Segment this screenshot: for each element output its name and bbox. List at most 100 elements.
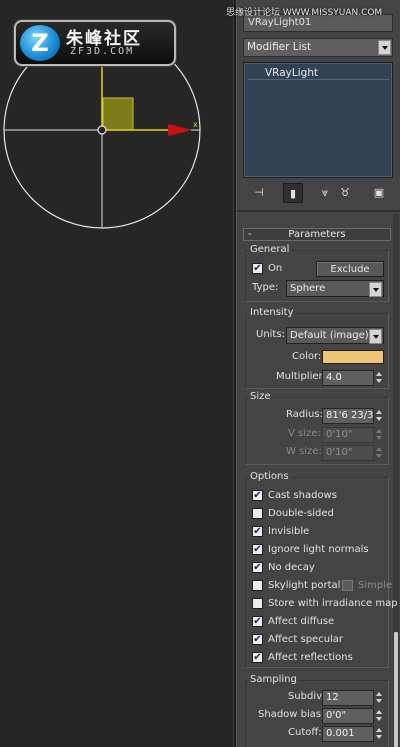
cutoff-label: Cutoff:: [288, 727, 322, 738]
option-checkbox[interactable]: ✔: [252, 544, 263, 555]
logo-mark-icon: Z: [20, 25, 60, 61]
shadow-bias-field[interactable]: 0'0": [322, 708, 374, 724]
option-row[interactable]: ✔ Cast shadows: [252, 488, 386, 504]
group-sampling-title: Sampling: [248, 674, 299, 686]
option-label: Affect reflections: [268, 652, 353, 663]
shadow-bias-spinner[interactable]: [375, 708, 383, 724]
type-label: Type:: [252, 282, 279, 293]
option-checkbox[interactable]: [252, 508, 263, 519]
multiplier-label: Multiplier:: [276, 371, 326, 382]
collapse-icon[interactable]: -: [248, 229, 252, 240]
modifier-list-dropdown[interactable]: Modifier List: [243, 38, 393, 57]
group-options: Options ✔ Cast shadows Double-sided ✔ Invisi…: [245, 471, 398, 668]
option-row[interactable]: ✔ Affect specular: [252, 632, 386, 648]
option-label: Double-sided: [268, 508, 334, 519]
group-options-title: Options: [248, 471, 291, 483]
modifier-list-label: Modifier List: [247, 41, 312, 53]
group-size: Size Radius: 81'6 23/3 V size: 0'10" W s…: [245, 391, 389, 465]
vsize-field: 0'10": [322, 427, 374, 443]
option-checkbox[interactable]: ✔: [252, 562, 263, 573]
option-checkbox[interactable]: ✔: [252, 526, 263, 537]
subdivs-spinner[interactable]: [375, 690, 383, 706]
shadow-bias-label: Shadow bias:: [258, 709, 325, 720]
pin-stack-icon[interactable]: ⊣: [249, 183, 269, 203]
color-label: Color:: [292, 351, 322, 362]
light-color-swatch[interactable]: [322, 350, 384, 364]
group-size-title: Size: [248, 391, 273, 403]
radius-spinner[interactable]: [375, 408, 383, 424]
watermark-text: 思缘设计论坛 WWW.MISSYUAN.COM: [226, 8, 383, 18]
type-dropdown[interactable]: Sphere: [286, 280, 384, 297]
option-row[interactable]: ✔ Ignore light normals: [252, 542, 386, 558]
transform-gizmo-plane[interactable]: [102, 97, 134, 131]
viewport-canvas[interactable]: x: [0, 0, 236, 747]
vsize-spinner: [375, 427, 383, 443]
exclude-button[interactable]: Exclude: [316, 261, 384, 277]
vsize-label: V size:: [288, 428, 321, 439]
option-checkbox[interactable]: ✔: [252, 652, 263, 663]
remove-modifier-icon[interactable]: ♉: [335, 183, 355, 203]
gizmo-x-label: x: [193, 120, 198, 129]
make-unique-icon[interactable]: ⩔: [315, 183, 335, 203]
configure-sets-icon[interactable]: ▣: [369, 183, 389, 203]
panel-scrollbar-thumb[interactable]: [394, 632, 398, 747]
units-value: Default (image): [290, 330, 369, 341]
panel-separator: [237, 210, 400, 212]
units-dropdown[interactable]: Default (image): [286, 327, 384, 344]
on-checkbox[interactable]: ✔: [252, 263, 263, 274]
simple-checkbox: [342, 580, 353, 591]
radius-label: Radius:: [286, 409, 323, 420]
option-row[interactable]: Store with irradiance map: [252, 596, 398, 612]
gizmo-x-arrow-icon[interactable]: [168, 124, 192, 136]
option-row[interactable]: ✔ No decay: [252, 560, 386, 576]
option-checkbox[interactable]: [252, 580, 263, 591]
option-checkbox[interactable]: ✔: [252, 616, 263, 627]
wsize-field: 0'10": [322, 445, 374, 461]
group-general: General ✔ On Exclude Type: Sphere: [245, 244, 389, 302]
option-row[interactable]: ✔ Affect diffuse: [252, 614, 386, 630]
on-checkbox-row[interactable]: ✔ On: [252, 261, 292, 277]
option-row[interactable]: ✔ Affect reflections: [252, 650, 386, 666]
option-label: Affect specular: [268, 634, 344, 645]
cutoff-spinner[interactable]: [375, 726, 383, 742]
option-checkbox[interactable]: ✔: [252, 634, 263, 645]
modifier-stack[interactable]: VRayLight: [243, 62, 393, 178]
option-label: No decay: [268, 562, 315, 573]
multiplier-spinner[interactable]: [375, 370, 383, 386]
logo-subtitle: ZF3D.COM: [70, 46, 135, 57]
site-logo: Z 朱峰社区 ZF3D.COM: [14, 20, 176, 66]
parameters-rollout-header[interactable]: - Parameters: [243, 228, 391, 241]
on-label: On: [268, 263, 283, 274]
chevron-down-icon[interactable]: [378, 40, 391, 55]
subdivs-field[interactable]: 12: [322, 690, 374, 706]
option-label: Store with irradiance map: [268, 598, 398, 609]
wsize-spinner: [375, 445, 383, 461]
simple-checkbox-row: Simple: [342, 578, 392, 594]
show-end-result-icon[interactable]: ▮: [283, 183, 303, 203]
cutoff-field[interactable]: 0.001: [322, 726, 374, 742]
simple-label: Simple: [358, 580, 393, 591]
units-label: Units:: [256, 329, 285, 340]
option-label: Ignore light normals: [268, 544, 369, 555]
option-row[interactable]: ✔ Invisible: [252, 524, 386, 540]
gizmo-center[interactable]: [97, 125, 107, 135]
option-label: Affect diffuse: [268, 616, 335, 627]
multiplier-field[interactable]: 4.0: [322, 370, 374, 386]
option-label: Cast shadows: [268, 490, 337, 501]
option-checkbox[interactable]: [252, 598, 263, 609]
stack-item-vraylight[interactable]: VRayLight: [248, 66, 389, 80]
group-intensity-title: Intensity: [248, 307, 296, 319]
radius-field[interactable]: 81'6 23/3: [322, 408, 374, 424]
chevron-down-icon[interactable]: [369, 282, 382, 297]
option-checkbox[interactable]: ✔: [252, 490, 263, 501]
wsize-label: W size:: [286, 446, 322, 457]
type-value: Sphere: [290, 283, 326, 294]
option-label: Skylight portal: [268, 580, 341, 591]
group-general-title: General: [248, 244, 292, 256]
perspective-viewport[interactable]: x Z 朱峰社区 ZF3D.COM: [0, 0, 236, 747]
rollout-title: Parameters: [288, 229, 346, 240]
chevron-down-icon[interactable]: [369, 329, 382, 344]
option-row[interactable]: Double-sided: [252, 506, 386, 522]
stack-toolbar: ⊣ ▮ ⩔ ♉ ▣: [243, 183, 393, 205]
group-sampling: Sampling Subdivs: 12 Shadow bias: 0'0" C…: [245, 674, 389, 747]
